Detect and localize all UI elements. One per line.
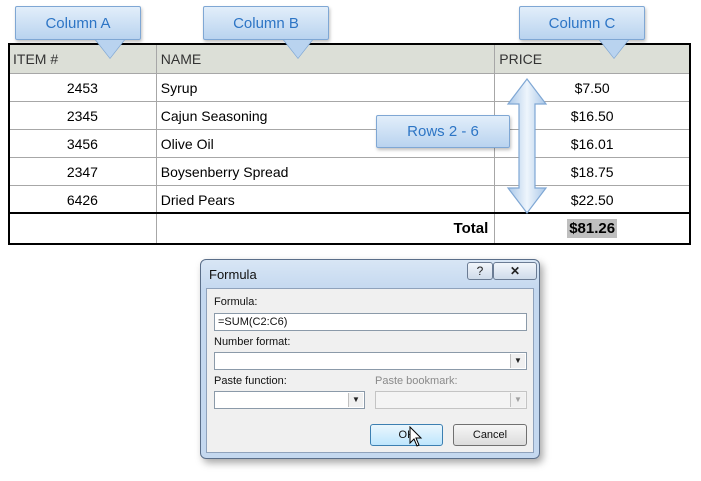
ok-button[interactable]: OK: [370, 424, 443, 446]
mouse-cursor-icon: [409, 426, 423, 447]
table-row: 2345 Cajun Seasoning $16.50: [8, 101, 690, 130]
paste-function-select[interactable]: ▼: [214, 391, 365, 409]
table-row: 6426 Dried Pears $22.50: [8, 185, 690, 214]
header-name: NAME: [155, 43, 496, 74]
callout-column-b: Column B: [203, 6, 329, 59]
paste-bookmark-label: Paste bookmark:: [375, 375, 458, 387]
cell-item[interactable]: 2345: [8, 101, 157, 130]
cancel-button[interactable]: Cancel: [453, 424, 527, 446]
callout-pointer-fill: [96, 40, 124, 58]
callout-rows-label: Rows 2 - 6: [407, 123, 479, 140]
callout-rows: Rows 2 - 6: [376, 115, 510, 148]
formula-dialog: Formula ? ✕ Formula: =SUM(C2:C6) Number …: [200, 259, 540, 459]
callout-column-c-label: Column C: [548, 14, 616, 32]
double-arrow-icon: [506, 78, 548, 214]
table-row: 2453 Syrup $7.50: [8, 73, 690, 102]
dialog-title: Formula: [209, 267, 257, 282]
dialog-body: Formula: =SUM(C2:C6) Number format: ▼ Pa…: [206, 288, 534, 453]
formula-label: Formula:: [214, 296, 258, 308]
total-value-cell[interactable]: $81.26: [494, 213, 690, 244]
cell-name[interactable]: Dried Pears: [155, 185, 496, 214]
cell-item[interactable]: 2347: [8, 157, 157, 186]
help-button[interactable]: ?: [467, 262, 493, 280]
table-row: 3456 Olive Oil $16.01: [8, 129, 690, 158]
total-label[interactable]: Total: [155, 213, 496, 244]
callout-column-a: Column A: [15, 6, 141, 59]
callout-pointer-fill: [284, 40, 312, 58]
table-row: 2347 Boysenberry Spread $18.75: [8, 157, 690, 186]
formula-input[interactable]: =SUM(C2:C6): [214, 313, 527, 331]
cell-empty[interactable]: [8, 213, 157, 244]
total-value: $81.26: [567, 219, 618, 238]
cell-item[interactable]: 3456: [8, 129, 157, 158]
chevron-down-icon: ▼: [510, 393, 525, 407]
total-row: Total $81.26: [8, 213, 690, 244]
spreadsheet-table: ITEM # NAME PRICE 2453 Syrup $7.50 2345 …: [8, 43, 690, 244]
close-button[interactable]: ✕: [493, 262, 537, 280]
header-item: ITEM #: [8, 43, 157, 74]
number-format-select[interactable]: ▼: [214, 352, 527, 370]
callout-column-c: Column C: [519, 6, 645, 59]
callout-pointer-fill: [600, 40, 628, 58]
chevron-down-icon[interactable]: ▼: [348, 393, 363, 407]
callout-column-b-label: Column B: [233, 14, 299, 32]
cell-name[interactable]: Syrup: [155, 73, 496, 102]
cell-item[interactable]: 2453: [8, 73, 157, 102]
number-format-label: Number format:: [214, 336, 291, 348]
paste-function-label: Paste function:: [214, 375, 287, 387]
chevron-down-icon[interactable]: ▼: [510, 354, 525, 368]
callout-column-a-label: Column A: [45, 14, 111, 32]
paste-bookmark-select[interactable]: ▼: [375, 391, 527, 409]
cell-name[interactable]: Boysenberry Spread: [155, 157, 496, 186]
cell-item[interactable]: 6426: [8, 185, 157, 214]
header-price: PRICE: [494, 43, 690, 74]
